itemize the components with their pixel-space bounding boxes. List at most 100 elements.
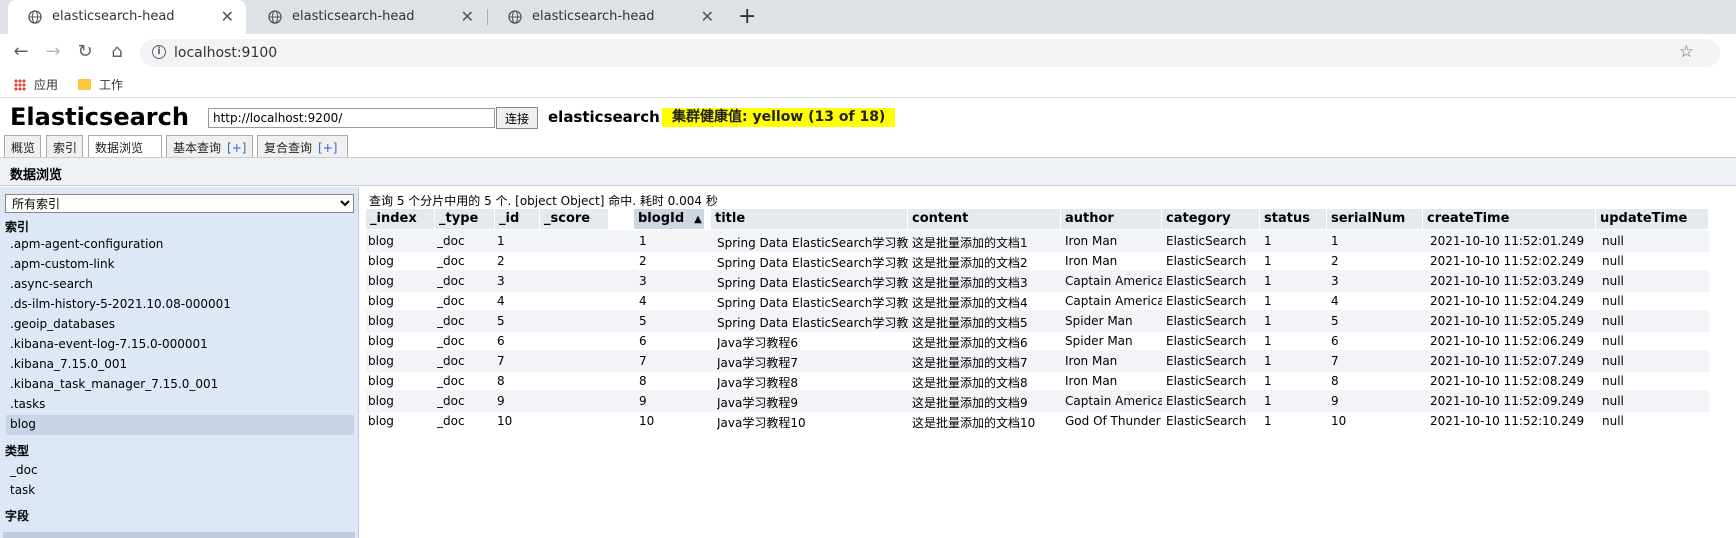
back-arrow-icon[interactable]: ←	[10, 41, 32, 62]
info-icon[interactable]: i	[152, 45, 166, 59]
index-list-item[interactable]: .apm-custom-link	[6, 255, 354, 275]
index-list-item[interactable]: .async-search	[6, 275, 354, 295]
browser-tab-1[interactable]: elasticsearch-head ✕	[8, 0, 246, 34]
column-header-id[interactable]: _id	[495, 209, 540, 229]
table-cell-title: Java学习教程10	[717, 416, 806, 430]
column-header-blogId[interactable]: blogId ▲	[634, 209, 705, 229]
table-cell-createTime: 2021-10-10 11:52:06.249	[1430, 334, 1585, 348]
column-header-createTime[interactable]: createTime	[1423, 209, 1596, 229]
table-cell-createTime: 2021-10-10 11:52:09.249	[1430, 394, 1585, 408]
close-icon[interactable]: ✕	[701, 7, 714, 26]
index-select[interactable]: 所有索引	[5, 194, 354, 213]
index-list-item[interactable]: blog	[6, 415, 354, 435]
tab-basic-query[interactable]: 基本查询 [+]	[166, 135, 253, 157]
browser-tab-2[interactable]: elasticsearch-head ✕	[248, 0, 486, 34]
table-cell-type: _doc	[437, 414, 465, 428]
home-icon[interactable]: ⌂	[106, 41, 128, 62]
index-list-item[interactable]: .apm-agent-configuration	[6, 235, 354, 255]
table-cell-id: 3	[497, 274, 505, 288]
reload-icon[interactable]: ↻	[74, 41, 96, 62]
column-header-updateTime[interactable]: updateTime	[1596, 209, 1709, 229]
index-list-item[interactable]: .ds-ilm-history-5-2021.10.08-000001	[6, 295, 354, 315]
table-row[interactable]: blog _doc 10 10 Java学习教程10 这是批量添加的文档10 God Of …	[366, 410, 1709, 432]
column-header-title[interactable]: title	[711, 209, 908, 229]
table-cell-id: 6	[497, 334, 505, 348]
address-bar[interactable]: i localhost:9100 ☆	[140, 39, 1720, 67]
table-cell-updateTime: null	[1602, 394, 1624, 408]
column-header-author[interactable]: author	[1061, 209, 1162, 229]
new-tab-button[interactable]: +	[738, 4, 756, 29]
table-cell-serialNum: 2	[1331, 254, 1339, 268]
cluster-url-input[interactable]	[208, 108, 495, 128]
forward-arrow-icon[interactable]: →	[42, 41, 64, 62]
table-cell-status: 1	[1264, 414, 1272, 428]
table-row[interactable]: blog _doc 9 9 Java学习教程9 这是批量添加的文档9 Captain Ame…	[366, 390, 1709, 412]
column-header-status[interactable]: status	[1260, 209, 1327, 229]
connect-button[interactable]: 连接	[496, 107, 538, 129]
index-list-item[interactable]: .kibana_7.15.0_001	[6, 355, 354, 375]
table-cell-id: 5	[497, 314, 505, 328]
bookmark-work[interactable]: 工作	[78, 76, 123, 93]
table-cell-category: ElasticSearch	[1166, 294, 1247, 308]
column-header-score[interactable]: _score	[540, 209, 609, 229]
table-row[interactable]: blog _doc 1 1 Spring Data ElasticSearch学习教程1…	[366, 230, 1709, 252]
table-cell-status: 1	[1264, 394, 1272, 408]
type-list-item[interactable]: _doc	[6, 461, 354, 481]
table-cell-type: _doc	[437, 334, 465, 348]
browser-tab-title: elasticsearch-head	[52, 9, 175, 24]
table-cell-updateTime: null	[1602, 374, 1624, 388]
browser-tab-3[interactable]: elasticsearch-head ✕	[488, 0, 726, 34]
column-header-category[interactable]: category	[1162, 209, 1260, 229]
table-cell-content: 这是批量添加的文档10	[912, 416, 1036, 430]
table-row[interactable]: blog _doc 6 6 Java学习教程6 这是批量添加的文档6 Spider Man E…	[366, 330, 1709, 352]
index-list-item[interactable]: .kibana-event-log-7.15.0-000001	[6, 335, 354, 355]
index-list-item[interactable]: .kibana_task_manager_7.15.0_001	[6, 375, 354, 395]
table-cell-id: 1	[497, 234, 505, 248]
address-url[interactable]: localhost:9100	[174, 45, 277, 61]
column-header-content[interactable]: content	[908, 209, 1061, 229]
table-row[interactable]: blog _doc 3 3 Spring Data ElasticSearch学习教程3…	[366, 270, 1709, 292]
column-header-type[interactable]: _type	[435, 209, 495, 229]
column-header-index[interactable]: _index	[366, 209, 435, 229]
index-list-item[interactable]: .tasks	[6, 395, 354, 415]
globe-icon	[28, 10, 42, 24]
table-cell-index: blog	[368, 314, 394, 328]
table-cell-title: Spring Data ElasticSearch学习教程3	[717, 276, 908, 290]
table-cell-blogId: 5	[639, 314, 647, 328]
app-logo: Elasticsearch	[10, 103, 189, 131]
table-row[interactable]: blog _doc 5 5 Spring Data ElasticSearch学习教程5…	[366, 310, 1709, 332]
tab-browser[interactable]: 数据浏览	[88, 135, 162, 158]
tab-add-icon[interactable]: [+]	[318, 141, 337, 155]
column-header-label: _id	[499, 211, 520, 226]
table-cell-title: Java学习教程9	[717, 396, 798, 410]
field-list-item[interactable]	[3, 532, 355, 538]
tab-label: 概览	[11, 141, 36, 155]
table-cell-content: 这是批量添加的文档4	[912, 296, 1028, 310]
table-row[interactable]: blog _doc 2 2 Spring Data ElasticSearch学习教程2…	[366, 250, 1709, 272]
bookmark-apps[interactable]: 应用	[14, 76, 58, 93]
table-row[interactable]: blog _doc 7 7 Java学习教程7 这是批量添加的文档7 Iron Man Ela…	[366, 350, 1709, 372]
table-cell-category: ElasticSearch	[1166, 314, 1247, 328]
table-cell-status: 1	[1264, 294, 1272, 308]
index-list-item[interactable]: .geoip_databases	[6, 315, 354, 335]
table-cell-content: 这是批量添加的文档7	[912, 356, 1028, 370]
tab-compound-query[interactable]: 复合查询 [+]	[257, 135, 348, 157]
column-header-serialNum[interactable]: serialNum	[1327, 209, 1423, 229]
table-cell-type: _doc	[437, 254, 465, 268]
table-cell-title: Java学习教程7	[717, 356, 798, 370]
tab-add-icon[interactable]: [+]	[227, 141, 246, 155]
tab-indices[interactable]: 索引	[46, 135, 83, 157]
browser-tab-title: elasticsearch-head	[292, 9, 415, 24]
close-icon[interactable]: ✕	[221, 7, 234, 26]
table-row[interactable]: blog _doc 8 8 Java学习教程8 这是批量添加的文档8 Iron Man Ela…	[366, 370, 1709, 392]
close-icon[interactable]: ✕	[461, 7, 474, 26]
table-cell-author: Captain America	[1065, 394, 1162, 408]
section-header: 数据浏览	[0, 157, 1736, 186]
table-cell-createTime: 2021-10-10 11:52:02.249	[1430, 254, 1585, 268]
table-cell-title: Spring Data ElasticSearch学习教程5	[717, 316, 908, 330]
tab-overview[interactable]: 概览	[4, 135, 41, 157]
table-row[interactable]: blog _doc 4 4 Spring Data ElasticSearch学习教程4…	[366, 290, 1709, 312]
table-cell-status: 1	[1264, 254, 1272, 268]
bookmark-star-icon[interactable]: ☆	[1679, 42, 1694, 62]
type-list-item[interactable]: task	[6, 481, 354, 501]
